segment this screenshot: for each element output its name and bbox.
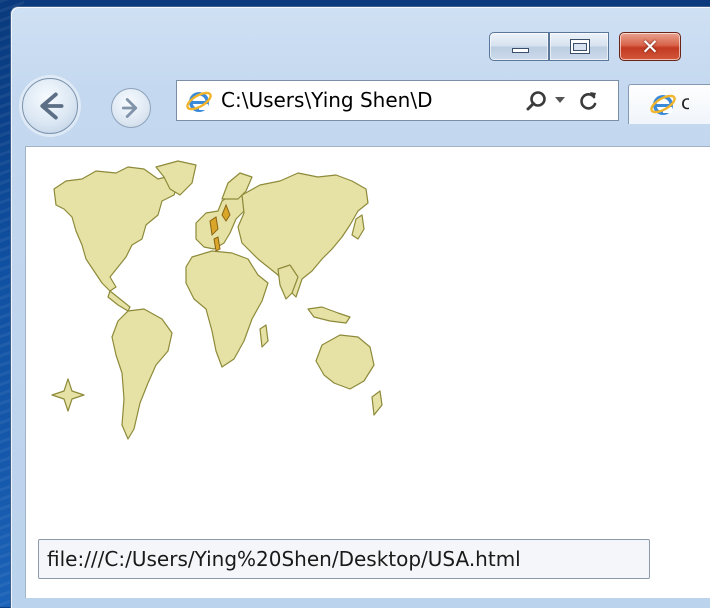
search-icon[interactable] (525, 89, 549, 113)
minimize-button[interactable] (489, 32, 549, 61)
south-america-shape (111, 308, 173, 440)
page-content: file:///C:/Users/Ying%20Shen/Desktop/USA… (25, 146, 710, 598)
address-url[interactable]: C:\Users\Ying Shen\D (221, 81, 443, 120)
tab-ie-icon (650, 94, 676, 115)
new-zealand-shape (371, 390, 383, 416)
compass-rose-icon (51, 378, 85, 412)
australia-shape (315, 334, 375, 390)
status-bar-url: file:///C:/Users/Ying%20Shen/Desktop/USA… (38, 539, 650, 579)
forward-arrow-icon (121, 98, 138, 118)
north-america-shape (53, 166, 179, 292)
maximize-icon (570, 39, 590, 54)
madagascar-shape (259, 324, 269, 348)
central-america-shape (107, 290, 131, 312)
indonesia-shape (307, 306, 351, 324)
close-icon: ✕ (641, 35, 659, 59)
refresh-icon[interactable] (577, 89, 601, 113)
address-dropdown-icon[interactable] (555, 97, 565, 103)
forward-button[interactable] (111, 88, 151, 128)
maximize-button[interactable] (549, 32, 609, 61)
browser-tab[interactable]: c (628, 84, 710, 124)
europe-shape (195, 192, 247, 250)
ie-logo-icon (186, 91, 212, 112)
close-button[interactable]: ✕ (619, 32, 681, 61)
back-button[interactable] (22, 78, 78, 134)
tab-label: c (681, 92, 689, 114)
world-map-image (51, 160, 383, 440)
back-arrow-icon (40, 92, 64, 120)
minimize-icon (512, 48, 529, 53)
address-bar[interactable]: C:\Users\Ying Shen\D (176, 80, 619, 121)
africa-shape (185, 250, 269, 368)
